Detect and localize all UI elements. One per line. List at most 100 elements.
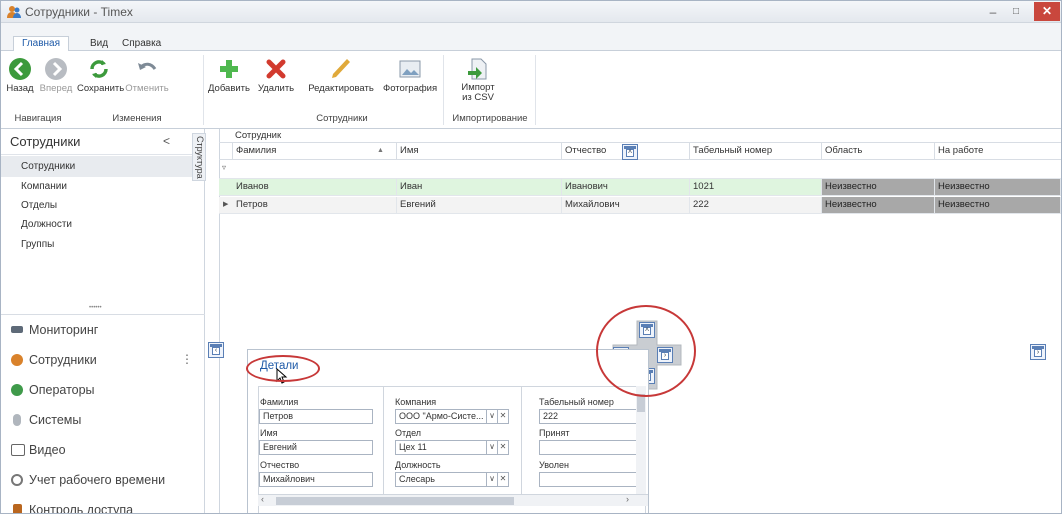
left-panel-header: Сотрудники < [1, 129, 205, 155]
cell-lastname: Иванов [233, 179, 397, 195]
ribbon-separator [535, 55, 536, 125]
door-icon [13, 504, 22, 513]
filter-icon: ▿ [222, 163, 227, 172]
save-button[interactable]: Сохранить [77, 57, 125, 94]
structure-side-tab[interactable]: Структура [192, 133, 206, 181]
add-label: Добавить [208, 83, 250, 94]
company-select[interactable]: ООО "Армо-Систе... ∨ ✕ [395, 409, 509, 424]
filter-row[interactable]: ▿ [219, 160, 1061, 179]
collapse-button[interactable]: < [163, 134, 170, 148]
cell-patronymic: Иванович [562, 179, 690, 195]
window-title: Сотрудники - Timex [25, 5, 133, 19]
edit-button[interactable]: Редактировать [301, 57, 381, 94]
back-button[interactable]: Назад [5, 57, 35, 94]
import-csv-button[interactable]: Импорт из CSV [453, 57, 503, 103]
dock-up-icon: ˄ [626, 149, 634, 157]
label-firstname: Имя [260, 428, 278, 438]
import-file-icon [468, 58, 487, 80]
label-fired: Уволен [539, 460, 569, 470]
dock-right-hint-button[interactable]: › [1030, 344, 1046, 360]
users-app-icon [7, 6, 21, 18]
module-label: Системы [29, 413, 82, 427]
annotation-circle-compass [596, 305, 696, 397]
scroll-thumb[interactable] [276, 497, 514, 505]
column-header-lastname[interactable]: Фамилия ▲ [233, 143, 397, 160]
dock-left-hint-button[interactable]: ‹ [208, 342, 224, 358]
label-position: Должность [395, 460, 441, 470]
minimize-button[interactable]: – [984, 3, 1002, 21]
patronymic-field[interactable]: Михайлович [259, 472, 373, 487]
photo-label: Фотография [383, 83, 438, 94]
clear-x-icon[interactable]: ✕ [497, 473, 508, 486]
add-button[interactable]: Добавить [207, 57, 251, 94]
scroll-right-icon[interactable]: › [626, 494, 629, 504]
form-divider [383, 387, 384, 495]
module-employees[interactable]: Сотрудники [1, 345, 205, 375]
column-header-area[interactable]: Область [822, 143, 935, 160]
delete-x-icon [266, 59, 286, 79]
tab-home[interactable]: Главная [13, 36, 69, 52]
ribbon-tabs: Главная Вид Справка [1, 23, 1061, 52]
nav-item-companies[interactable]: Компании [1, 176, 205, 197]
module-video[interactable]: Видео [1, 435, 205, 465]
nav-item-positions[interactable]: Должности [1, 214, 205, 235]
picture-icon [399, 60, 421, 78]
module-systems[interactable]: Системы [1, 405, 205, 435]
table-row[interactable]: ▶ Петров Евгений Михайлович 222 Неизвест… [219, 197, 1061, 214]
firstname-field[interactable]: Евгений [259, 440, 373, 455]
label-employee-number: Табельный номер [539, 397, 614, 407]
delete-button[interactable]: Удалить [256, 57, 296, 94]
column-header-at-work[interactable]: На работе [935, 143, 1061, 160]
scroll-left-icon[interactable]: ‹ [261, 494, 264, 504]
tab-view[interactable]: Вид [90, 38, 108, 52]
import-label-2: из CSV [462, 92, 494, 103]
department-select[interactable]: Цех 11 ∨ ✕ [395, 440, 509, 455]
nav-item-departments[interactable]: Отделы [1, 195, 205, 216]
column-header-firstname[interactable]: Имя [397, 143, 562, 160]
more-options-icon[interactable]: ⋮ [181, 352, 193, 366]
clock-icon [11, 474, 23, 486]
details-horizontal-scrollbar[interactable]: ‹ › [258, 494, 648, 506]
lastname-field[interactable]: Петров [259, 409, 373, 424]
chevron-down-icon[interactable]: ∨ [486, 441, 497, 454]
department-value: Цех 11 [399, 442, 427, 452]
cell-firstname: Иван [397, 179, 562, 195]
back-label: Назад [6, 83, 34, 94]
nav-item-groups[interactable]: Группы [1, 234, 205, 255]
employee-number-field[interactable]: 222 [539, 409, 645, 424]
table-row[interactable]: Иванов Иван Иванович 1021 Неизвестно Неи… [219, 179, 1061, 196]
chevron-down-icon[interactable]: ∨ [486, 473, 497, 486]
photo-button[interactable]: Фотография [383, 57, 437, 94]
group-import: Импортирование [452, 113, 528, 124]
clear-x-icon[interactable]: ✕ [497, 441, 508, 454]
close-button[interactable]: ✕ [1034, 2, 1060, 21]
operators-icon [11, 384, 23, 396]
cancel-button[interactable]: Отменить [125, 57, 169, 94]
nav-item-employees[interactable]: Сотрудники [1, 156, 205, 177]
module-operators[interactable]: Операторы [1, 375, 205, 405]
splitter-handle[interactable]: •••••• [89, 305, 102, 311]
dock-top-hint-button[interactable]: ˄ [622, 144, 638, 160]
cancel-label: Отменить [125, 83, 169, 94]
save-label: Сохранить [77, 83, 125, 94]
label-company: Компания [395, 397, 437, 407]
chevron-down-icon[interactable]: ∨ [486, 410, 497, 423]
module-time-tracking[interactable]: Учет рабочего времени [1, 465, 205, 495]
module-access-control[interactable]: Контроль доступа [1, 495, 205, 513]
column-header-employee-number[interactable]: Табельный номер [690, 143, 822, 160]
left-navigation-panel: Сотрудники < Сотрудники Компании Отделы … [1, 129, 205, 513]
position-select[interactable]: Слесарь ∨ ✕ [395, 472, 509, 487]
fired-date-field[interactable]: ∨ [539, 472, 645, 487]
ribbon-separator [203, 55, 204, 125]
forward-button[interactable]: Вперед [39, 57, 73, 94]
hired-date-field[interactable]: ∨ [539, 440, 645, 455]
maximize-button[interactable]: □ [1007, 3, 1025, 21]
monitor-icon [11, 326, 23, 333]
clear-x-icon[interactable]: ✕ [497, 410, 508, 423]
ribbon: Назад Вперед Сохранить Отменить Навигаци… [1, 51, 1061, 129]
module-monitoring[interactable]: Мониторинг [1, 315, 205, 345]
details-vertical-scrollbar[interactable] [636, 386, 646, 494]
cell-lastname: Петров [233, 197, 397, 213]
tab-help[interactable]: Справка [122, 38, 161, 52]
app-window: Сотрудники - Timex – □ ✕ Главная Вид Спр… [0, 0, 1062, 514]
